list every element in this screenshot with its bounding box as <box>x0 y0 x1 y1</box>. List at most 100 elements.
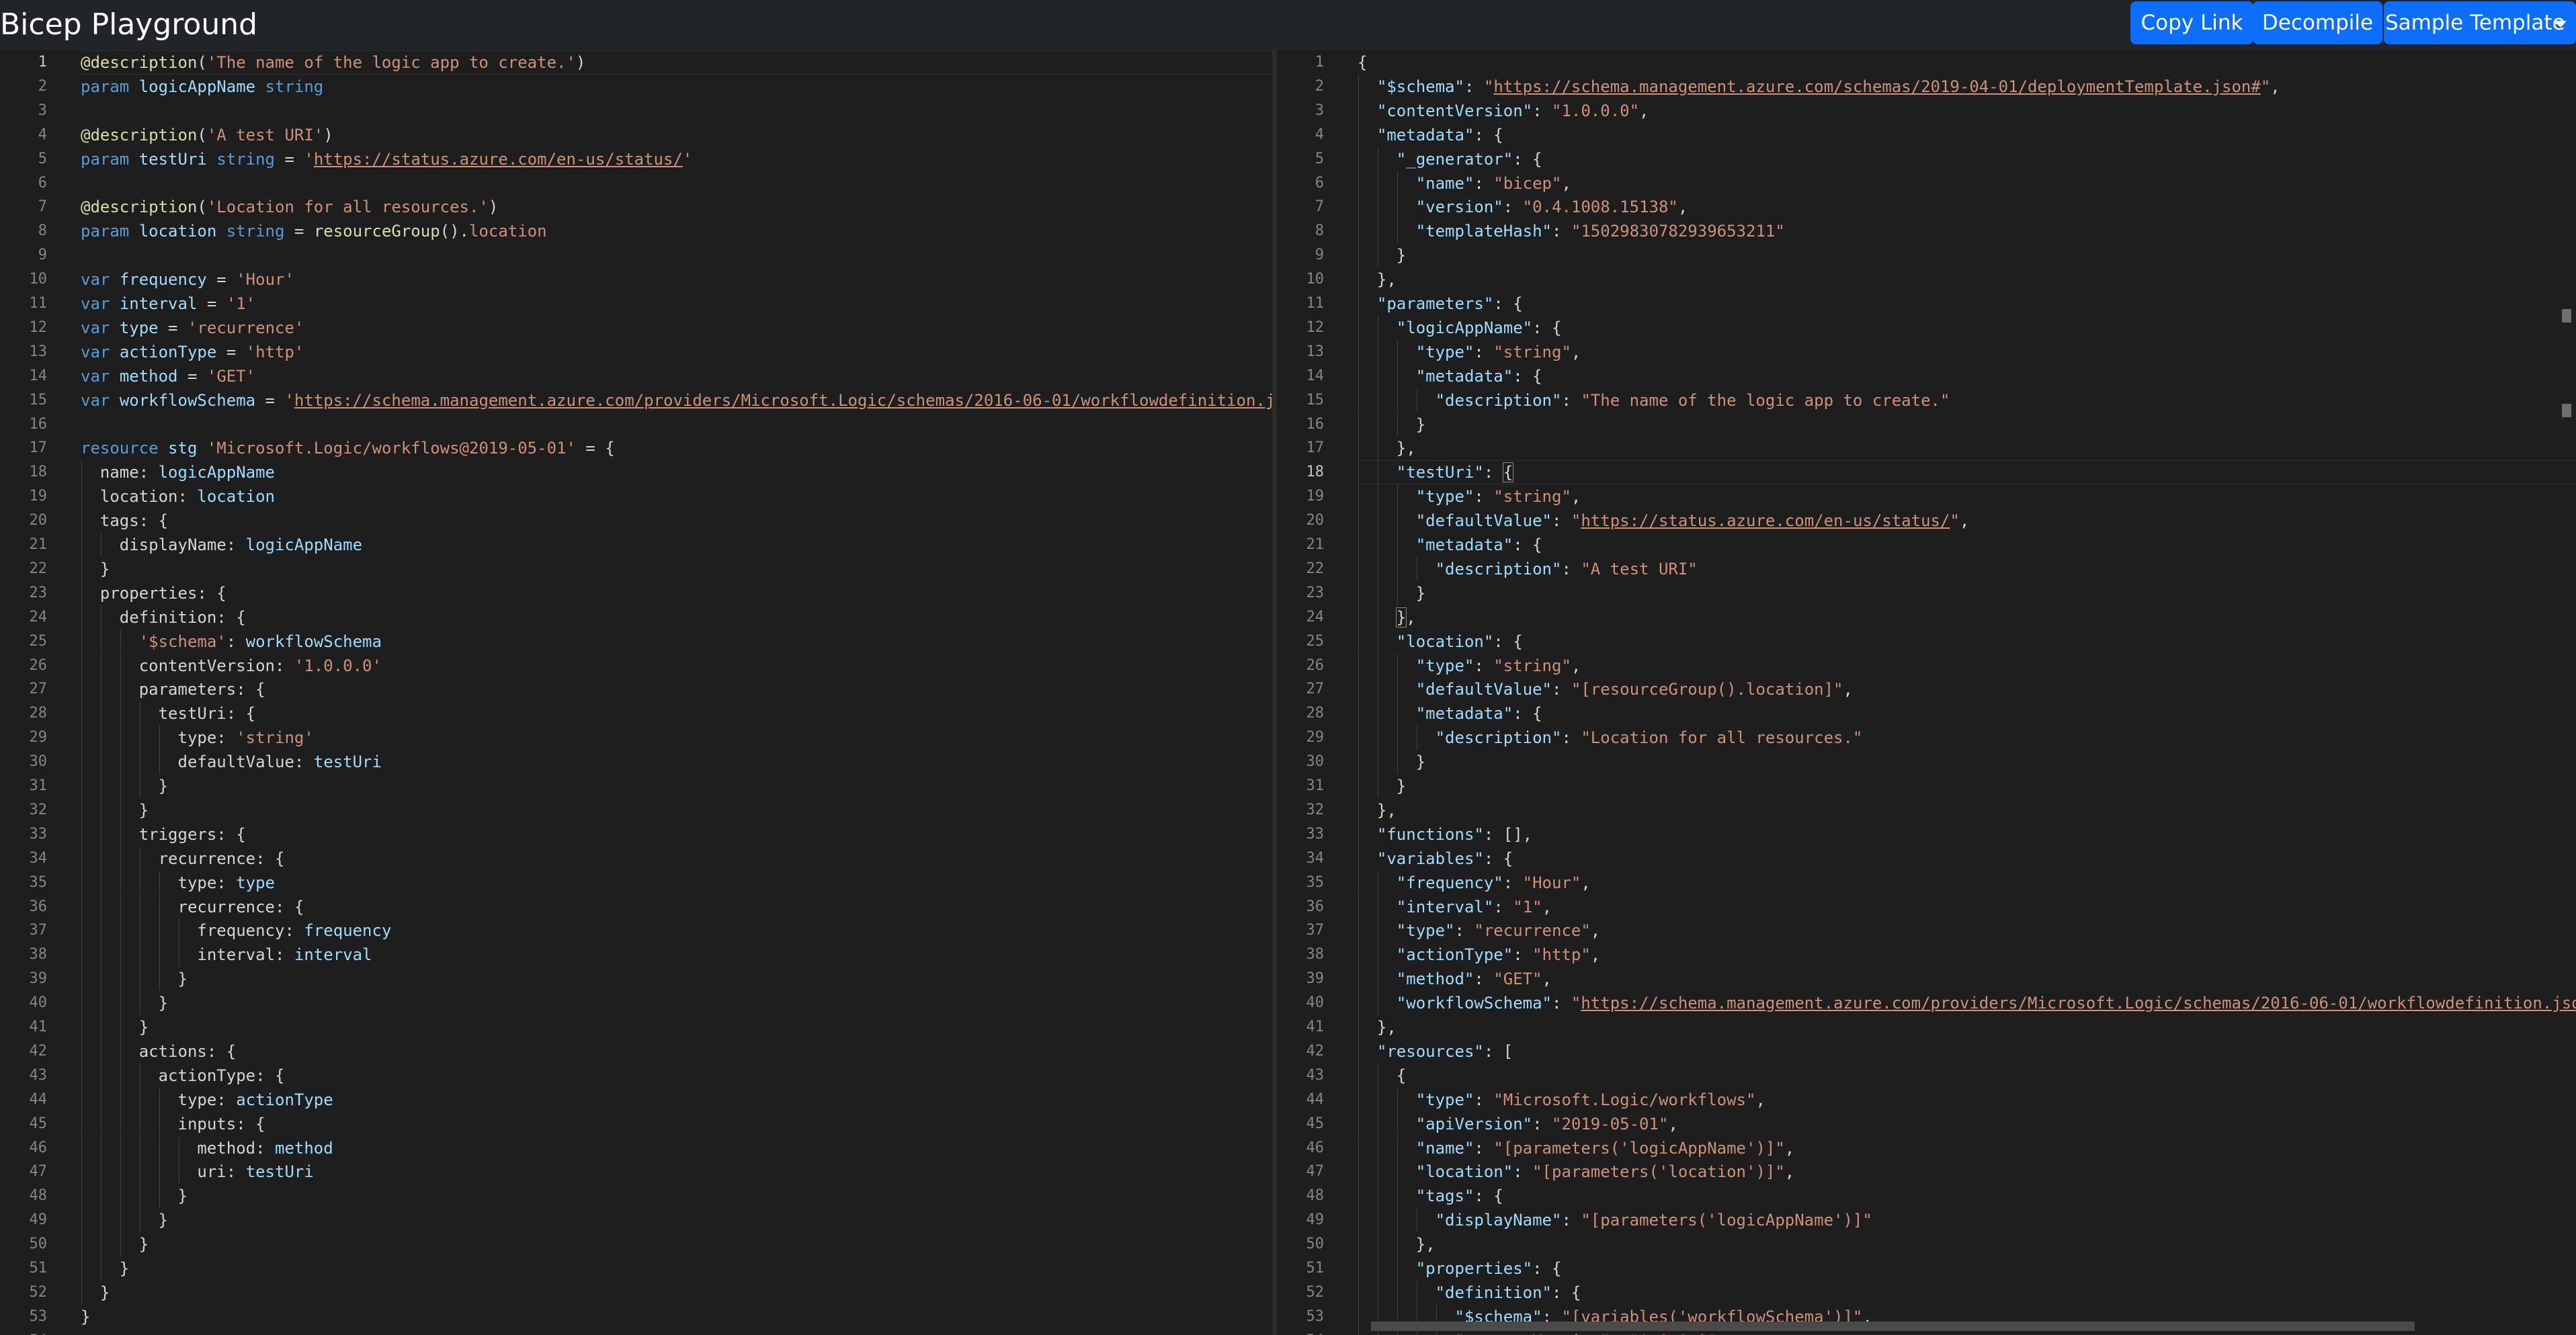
code-line[interactable]: }, <box>1358 605 1416 630</box>
code-line[interactable]: } <box>81 967 187 991</box>
code-line[interactable]: "method": "GET", <box>1358 967 1552 991</box>
code-line[interactable]: "metadata": { <box>1358 364 1542 388</box>
code-line[interactable]: actions: { <box>81 1039 237 1064</box>
code-line[interactable]: "type": "string", <box>1358 654 1581 678</box>
code-line[interactable]: } <box>81 1015 149 1039</box>
code-line[interactable]: "location": "[parameters('location')]", <box>1358 1160 1795 1184</box>
code-line[interactable]: "functions": [], <box>1358 822 1532 847</box>
code-line[interactable]: "variables": { <box>1358 847 1513 871</box>
code-line[interactable]: actionType: { <box>81 1064 285 1088</box>
code-line[interactable]: } <box>1358 750 1425 774</box>
code-line[interactable]: "_generator": { <box>1358 147 1542 171</box>
scrollbar-marker[interactable] <box>2562 309 2571 322</box>
code-line[interactable]: @description('The name of the logic app … <box>81 50 585 75</box>
code-line[interactable]: } <box>1358 774 1406 798</box>
code-line[interactable]: }, <box>1358 1015 1397 1039</box>
code-line[interactable]: method: method <box>81 1136 333 1160</box>
code-line[interactable]: "type": "recurrence", <box>1358 918 1600 943</box>
code-line[interactable]: "interval": "1", <box>1358 895 1552 919</box>
code-line[interactable]: param location string = resourceGroup().… <box>81 219 547 243</box>
code-line[interactable]: type: 'string' <box>81 726 314 750</box>
code-line[interactable]: } <box>81 1232 149 1256</box>
code-line[interactable]: type: type <box>81 871 276 895</box>
code-line[interactable]: "type": "string", <box>1358 484 1581 509</box>
code-link[interactable]: https://status.azure.com/en-us/status/ <box>1581 511 1950 530</box>
code-line[interactable]: var method = 'GET' <box>81 364 255 388</box>
code-line[interactable]: } <box>81 1256 129 1281</box>
code-line[interactable]: } <box>81 774 168 798</box>
code-line[interactable]: @description('Location for all resources… <box>81 195 498 219</box>
code-line[interactable]: "type": "Microsoft.Logic/workflows", <box>1358 1088 1765 1112</box>
code-line[interactable]: triggers: { <box>81 822 246 847</box>
code-line[interactable]: }, <box>1358 798 1397 822</box>
pane-divider[interactable] <box>1272 50 1277 1335</box>
code-line[interactable]: '$schema': workflowSchema <box>81 630 382 654</box>
code-line[interactable]: "$schema": "https://schema.management.az… <box>1358 75 2280 99</box>
code-line[interactable]: "metadata": { <box>1358 123 1503 147</box>
horizontal-scrollbar-thumb[interactable] <box>1371 1322 2415 1331</box>
json-template-editor[interactable]: 1 2 3 4 5 6 7 8 9 10 11 12 13 14 15 16 17 18 19 20 21 22 23 24 2… <box>1277 50 2576 1335</box>
code-line[interactable]: }, <box>1358 1232 1436 1256</box>
code-link[interactable]: https://status.azure.com/en-us/status/ <box>314 150 683 169</box>
code-line[interactable]: @description('A test URI') <box>81 123 333 147</box>
bicep-code-area[interactable]: @description('The name of the logic app … <box>81 50 1272 1335</box>
code-line[interactable]: "name": "bicep", <box>1358 171 1571 196</box>
code-line[interactable]: "workflowSchema": "https://schema.manage… <box>1358 991 2576 1015</box>
code-line[interactable]: resource stg 'Microsoft.Logic/workflows@… <box>81 436 615 460</box>
code-line[interactable]: "parameters": { <box>1358 292 1523 316</box>
code-line[interactable]: "tags": { <box>1358 1184 1503 1208</box>
code-line[interactable]: var actionType = 'http' <box>81 340 304 364</box>
code-line[interactable]: { <box>1358 1064 1406 1088</box>
sample-template-dropdown-button[interactable]: Sample Template <box>2384 1 2576 44</box>
code-line[interactable]: inputs: { <box>81 1112 265 1136</box>
code-line[interactable]: frequency: frequency <box>81 918 391 943</box>
code-line[interactable]: var workflowSchema = 'https://schema.man… <box>81 388 1272 413</box>
code-line[interactable]: name: logicAppName <box>81 460 275 484</box>
code-line[interactable]: } <box>81 1281 110 1305</box>
code-line[interactable]: "description": "Location for all resourc… <box>1358 726 1863 750</box>
code-line[interactable]: } <box>1358 243 1406 267</box>
code-line[interactable]: param logicAppName string <box>81 75 323 99</box>
copy-link-button[interactable]: Copy Link <box>2130 1 2253 44</box>
code-line[interactable]: var interval = '1' <box>81 292 255 316</box>
code-line[interactable]: parameters: { <box>81 677 265 701</box>
code-line[interactable]: } <box>81 557 110 581</box>
code-line[interactable]: tags: { <box>81 509 168 533</box>
code-line[interactable]: "apiVersion": "2019-05-01", <box>1358 1112 1678 1136</box>
code-line[interactable]: } <box>1358 413 1425 437</box>
code-line[interactable]: "resources": [ <box>1358 1039 1513 1064</box>
code-line[interactable]: defaultValue: testUri <box>81 750 382 774</box>
code-line[interactable]: } <box>81 798 149 822</box>
json-code-area[interactable]: { "$schema": "https://schema.management.… <box>1358 50 2576 1335</box>
code-line[interactable]: displayName: logicAppName <box>81 533 362 557</box>
code-line[interactable]: var type = 'recurrence' <box>81 316 304 340</box>
code-line[interactable]: "logicAppName": { <box>1358 316 1562 340</box>
scrollbar-marker[interactable] <box>2562 404 2571 417</box>
code-line[interactable]: }, <box>1358 436 1416 460</box>
code-line[interactable]: "properties": { <box>1358 1256 1562 1281</box>
code-link[interactable]: https://schema.management.azure.com/prov… <box>294 391 1272 410</box>
code-link[interactable]: https://schema.management.azure.com/prov… <box>1581 994 2576 1013</box>
code-line[interactable]: } <box>81 1208 168 1232</box>
code-line[interactable]: uri: testUri <box>81 1160 313 1184</box>
code-line[interactable]: } <box>81 1305 90 1329</box>
code-line[interactable]: }, <box>1358 267 1397 292</box>
code-line[interactable]: var frequency = 'Hour' <box>81 267 294 292</box>
code-line[interactable]: testUri: { <box>81 701 256 726</box>
code-link[interactable]: https://schema.management.azure.com/sche… <box>1493 77 2261 96</box>
code-line[interactable]: "frequency": "Hour", <box>1358 871 1591 895</box>
code-line[interactable]: type: actionType <box>81 1088 333 1112</box>
code-line[interactable]: "version": "0.4.1008.15138", <box>1358 195 1688 219</box>
code-line[interactable]: recurrence: { <box>81 895 304 919</box>
code-line[interactable]: contentVersion: '1.0.0.0' <box>81 654 382 678</box>
code-line[interactable]: "defaultValue": "[resourceGroup().locati… <box>1358 677 1853 701</box>
code-line[interactable]: "metadata": { <box>1358 533 1542 557</box>
code-line[interactable]: "description": "The name of the logic ap… <box>1358 388 1950 413</box>
code-line[interactable]: } <box>81 1184 187 1208</box>
code-line[interactable]: definition: { <box>81 605 246 630</box>
code-line[interactable]: "type": "string", <box>1358 340 1581 364</box>
code-line[interactable]: } <box>81 991 168 1015</box>
code-line[interactable]: } <box>1358 581 1425 605</box>
code-line[interactable]: "location": { <box>1358 630 1523 654</box>
code-line[interactable]: interval: interval <box>81 943 372 967</box>
